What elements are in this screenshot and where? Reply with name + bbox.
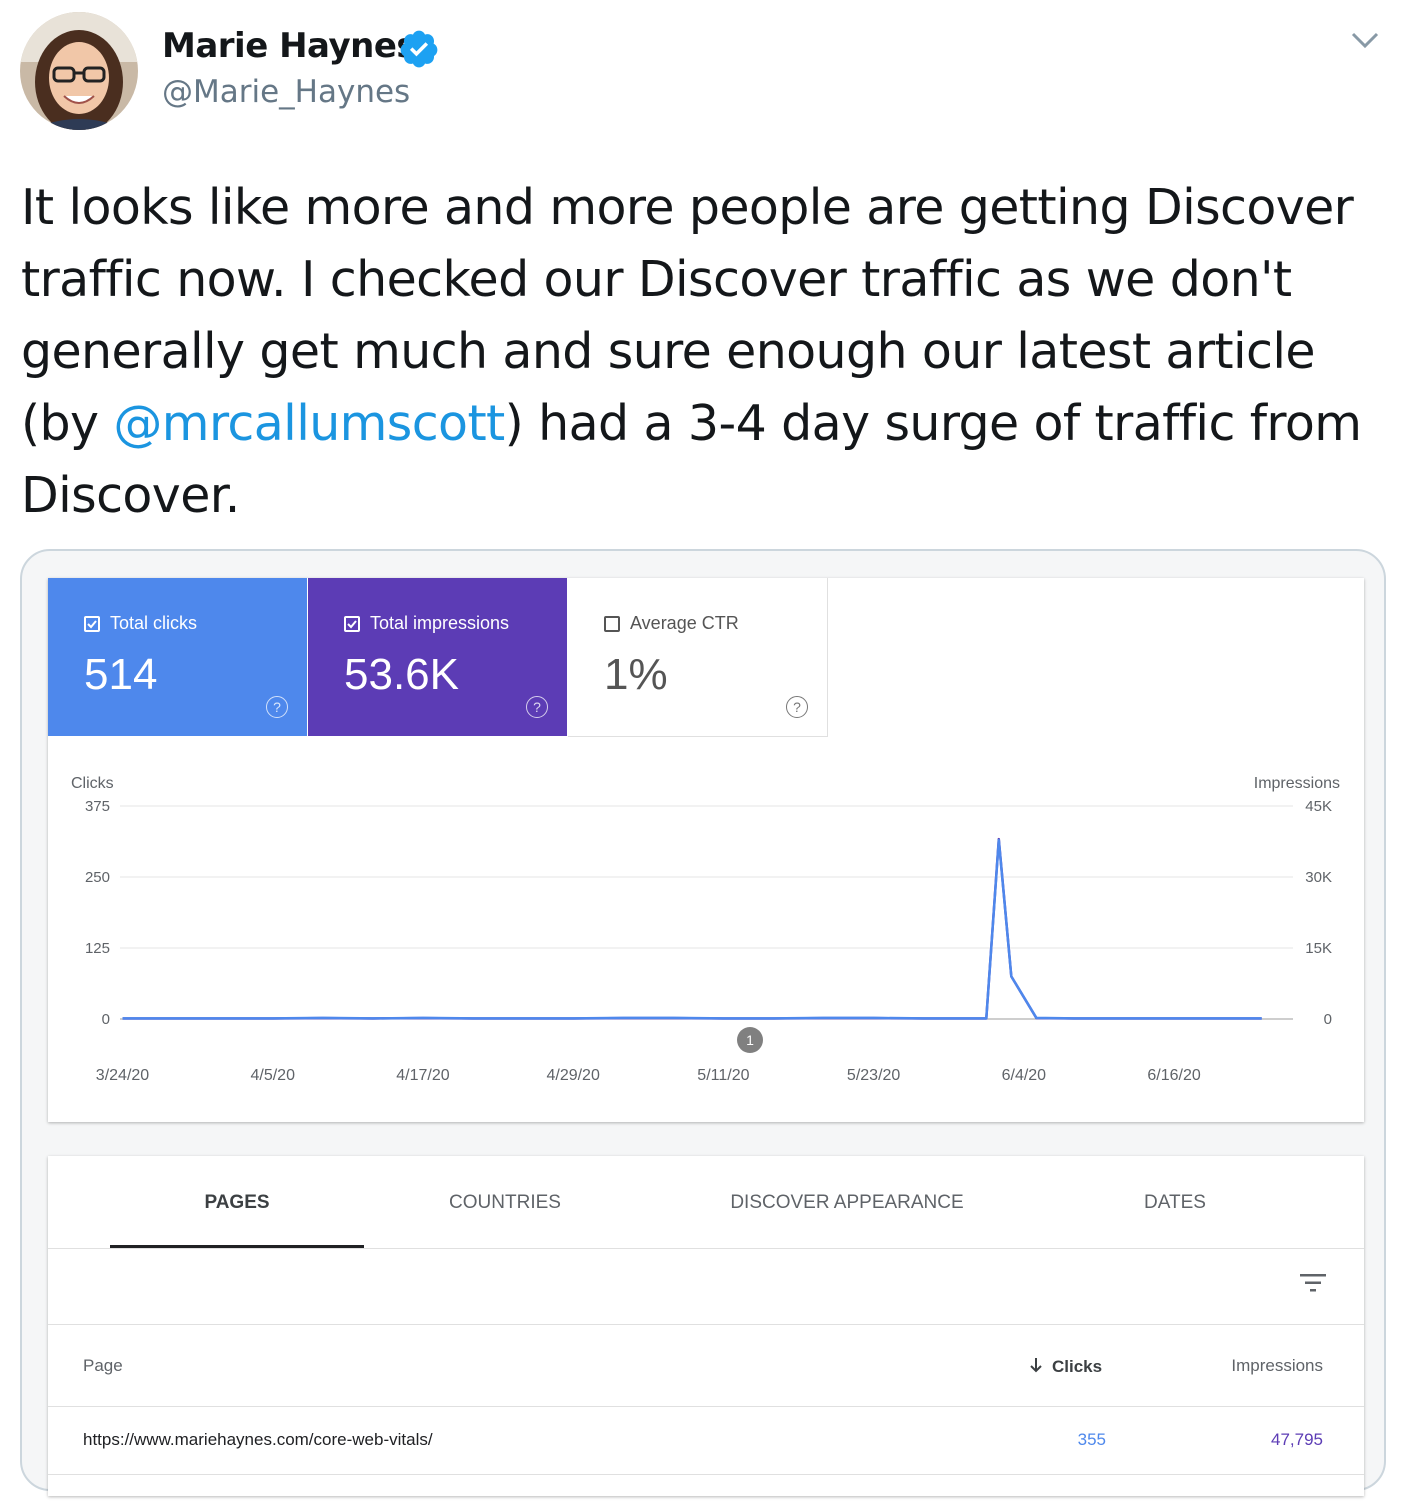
- page-url[interactable]: https://www.mariehaynes.com/core-web-vit…: [83, 1430, 433, 1450]
- x-tick-label: 6/16/20: [1147, 1067, 1200, 1084]
- y2-tick-label: 0: [1324, 1011, 1332, 1028]
- x-tick-label: 3/24/20: [96, 1067, 149, 1084]
- series-line-impressions: [122, 837, 1262, 1020]
- mention-link[interactable]: @mrcallumscott: [113, 395, 505, 452]
- author-name[interactable]: Marie Haynes: [162, 26, 417, 66]
- column-header-page[interactable]: Page: [83, 1356, 123, 1376]
- column-header-clicks-label: Clicks: [1052, 1357, 1103, 1376]
- tab-pages[interactable]: PAGES: [110, 1192, 364, 1214]
- column-header-clicks[interactable]: Clicks: [1028, 1356, 1102, 1377]
- x-tick-label: 4/5/20: [250, 1067, 295, 1084]
- x-tick-label: 4/29/20: [546, 1067, 599, 1084]
- metric-value: 514: [84, 650, 158, 699]
- impressions-value: 47,795: [1271, 1430, 1323, 1449]
- metric-value: 1%: [604, 650, 668, 699]
- tab-countries[interactable]: COUNTRIES: [378, 1192, 632, 1214]
- verified-badge-icon: [400, 30, 438, 68]
- avatar[interactable]: [20, 12, 138, 130]
- divider: [48, 1474, 1364, 1475]
- help-icon[interactable]: ?: [786, 696, 808, 718]
- clicks-value: 355: [1077, 1430, 1106, 1449]
- dimensions-card: PAGES COUNTRIES DISCOVER APPEARANCE DATE…: [48, 1156, 1364, 1496]
- x-tick-label: 6/4/20: [1002, 1067, 1047, 1084]
- annotation-marker-label: 1: [746, 1032, 754, 1048]
- metric-total-impressions[interactable]: Total impressions 53.6K ?: [308, 578, 567, 736]
- column-header-impressions[interactable]: Impressions: [1148, 1356, 1323, 1376]
- tweet-text: It looks like more and more people are g…: [21, 172, 1391, 532]
- tab-dates[interactable]: DATES: [1048, 1192, 1302, 1214]
- metric-label: Total clicks: [110, 613, 198, 633]
- divider: [48, 1406, 1364, 1407]
- arrow-down-icon: [1030, 1358, 1042, 1373]
- filter-icon[interactable]: [1298, 1271, 1328, 1295]
- chevron-down-icon[interactable]: [1345, 24, 1385, 58]
- x-tick-label: 4/17/20: [396, 1067, 449, 1084]
- checkbox-checked-icon[interactable]: [344, 616, 360, 632]
- divider: [48, 1248, 1364, 1249]
- divider: [48, 1324, 1364, 1325]
- help-icon[interactable]: ?: [526, 696, 548, 718]
- y-tick-label: 0: [102, 1011, 110, 1028]
- x-tick-label: 5/11/20: [697, 1067, 749, 1084]
- checkbox-checked-icon[interactable]: [84, 616, 100, 632]
- checkbox-unchecked-icon[interactable]: [604, 616, 620, 632]
- y2-tick-label: 30K: [1305, 869, 1332, 886]
- metric-value: 53.6K: [344, 650, 459, 699]
- annotation-marker[interactable]: 1: [737, 1027, 763, 1053]
- y-tick-label: 250: [85, 869, 110, 886]
- metric-label: Total impressions: [370, 613, 510, 633]
- x-tick-label: 5/23/20: [847, 1067, 900, 1084]
- help-icon[interactable]: ?: [266, 696, 288, 718]
- y2-axis-label: Impressions: [1254, 775, 1340, 792]
- metric-total-clicks[interactable]: Total clicks 514 ?: [48, 578, 307, 736]
- y2-tick-label: 15K: [1305, 940, 1332, 957]
- y-tick-label: 125: [85, 940, 110, 957]
- metric-average-ctr[interactable]: Average CTR 1% ?: [568, 578, 828, 737]
- tab-discover-appearance[interactable]: DISCOVER APPEARANCE: [688, 1192, 1006, 1214]
- y-tick-label: 375: [85, 798, 110, 815]
- metric-label: Average CTR: [630, 613, 739, 633]
- y2-tick-label: 45K: [1305, 798, 1332, 815]
- y-axis-label: Clicks: [71, 775, 114, 792]
- performance-card: Total clicks 514 ? Total impressions 53.…: [48, 578, 1364, 1122]
- author-handle[interactable]: @Marie_Haynes: [162, 74, 410, 110]
- series-line-clicks: [122, 838, 1262, 1020]
- performance-chart: Clicks Impressions 375 45K250 30K125 15K0 0 …: [71, 775, 1340, 1084]
